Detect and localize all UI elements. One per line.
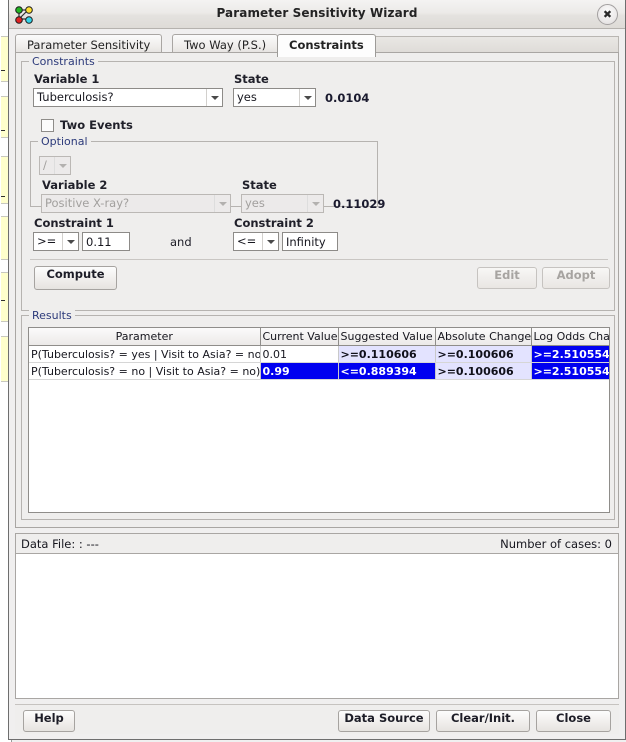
cell-parameter[interactable]: P(Tuberculosis? = no | Visit to Asia? = … (29, 362, 261, 380)
chevron-down-icon[interactable] (214, 195, 230, 212)
constraints-panel: Constraints Variable 1 State Tuberculosi… (15, 52, 619, 528)
conjunction-label: and (170, 235, 192, 249)
constraint2-operator-value: <= (237, 234, 257, 248)
cell-log-odds-change[interactable]: >=2.510554 (531, 345, 609, 363)
edit-button[interactable]: Edit (477, 267, 537, 289)
background-tick (1, 196, 5, 197)
optional-groupbox-legend: Optional (38, 135, 91, 148)
constraint1-value-input[interactable] (82, 232, 130, 251)
background-tick (1, 70, 5, 71)
data-file-bar: Data File: : --- Number of cases: 0 (15, 533, 619, 553)
cell-current-value[interactable]: 0.01 (260, 345, 339, 363)
data-source-button[interactable]: Data Source (338, 710, 430, 732)
column-header-parameter[interactable]: Parameter (29, 328, 261, 346)
help-button[interactable]: Help (23, 710, 75, 732)
chevron-down-icon[interactable] (307, 195, 323, 212)
variable1-combobox[interactable]: Tuberculosis? (33, 88, 223, 107)
close-button[interactable]: Close (536, 710, 611, 732)
column-header-absolute-change[interactable]: Absolute Change (435, 328, 532, 346)
constraints-groupbox-legend: Constraints (29, 55, 98, 68)
column-header-current-value[interactable]: Current Value (260, 328, 339, 346)
footer-button-bar: Help Data Source Clear/Init. Close (15, 704, 619, 734)
operator-value: / (43, 158, 47, 172)
variable2-value: Positive X-ray? (45, 196, 130, 210)
variable2-combobox[interactable]: Positive X-ray? (41, 194, 231, 213)
cell-suggested-value[interactable]: >=0.110606 (338, 345, 436, 363)
variable1-value: Tuberculosis? (37, 90, 114, 104)
chevron-down-icon[interactable] (299, 89, 315, 106)
constraint2-label: Constraint 2 (234, 216, 314, 230)
cell-suggested-value[interactable]: <=0.889394 (338, 362, 436, 380)
probability1-value: 0.0104 (325, 91, 370, 105)
clear-init-button[interactable]: Clear/Init. (436, 710, 530, 732)
window-title: Parameter Sensitivity Wizard (216, 6, 418, 20)
column-header-suggested-value[interactable]: Suggested Value (338, 328, 436, 346)
chevron-down-icon[interactable] (62, 233, 78, 250)
close-icon[interactable]: ✖ (597, 4, 618, 25)
cell-parameter[interactable]: P(Tuberculosis? = yes | Visit to Asia? =… (29, 345, 261, 363)
tab-constraints[interactable]: Constraints (277, 34, 376, 57)
constraint2-operator-combobox[interactable]: <= (233, 232, 279, 251)
constraint1-operator-combobox[interactable]: >= (33, 232, 79, 251)
state1-combobox[interactable]: yes (233, 88, 316, 107)
adopt-button[interactable]: Adopt (542, 267, 610, 289)
table-header-row: Parameter Current Value Suggested Value … (29, 328, 609, 346)
probability2-value: 0.11029 (333, 197, 386, 211)
two-events-checkbox[interactable] (41, 119, 54, 132)
state2-combobox[interactable]: yes (241, 194, 324, 213)
two-events-label: Two Events (60, 118, 133, 132)
state1-value: yes (237, 90, 257, 104)
constraint2-value-input[interactable] (282, 232, 338, 251)
parameter-sensitivity-wizard-dialog: Parameter Sensitivity Wizard ✖ Parameter… (8, 0, 626, 740)
background-tick (1, 130, 5, 131)
title-bar: Parameter Sensitivity Wizard ✖ (9, 0, 625, 29)
cell-absolute-change[interactable]: >=0.100606 (435, 362, 532, 380)
optional-groupbox: Optional / Variable 2 State Positive X-r… (30, 135, 385, 213)
constraint1-label: Constraint 1 (34, 216, 114, 230)
constraint1-operator-value: >= (37, 234, 57, 248)
results-table-container[interactable]: Parameter Current Value Suggested Value … (28, 327, 610, 513)
cell-absolute-change[interactable]: >=0.100606 (435, 345, 532, 363)
divider (30, 259, 608, 260)
table-row[interactable]: P(Tuberculosis? = yes | Visit to Asia? =… (29, 345, 609, 363)
log-output-area[interactable] (15, 553, 619, 699)
chevron-down-icon[interactable] (206, 89, 222, 106)
chevron-down-icon[interactable] (54, 157, 70, 174)
table-row[interactable]: P(Tuberculosis? = no | Visit to Asia? = … (29, 362, 609, 380)
data-file-label: Data File: : --- (21, 537, 99, 551)
constraints-groupbox: Constraints Variable 1 State Tuberculosi… (21, 55, 615, 311)
operator-combobox[interactable]: / (39, 156, 71, 175)
compute-button[interactable]: Compute (34, 266, 117, 290)
background-tick (1, 300, 5, 301)
state2-value: yes (245, 196, 265, 210)
number-of-cases-label: Number of cases: 0 (500, 537, 612, 551)
variable1-label: Variable 1 (34, 72, 100, 86)
results-table-body: P(Tuberculosis? = yes | Visit to Asia? =… (29, 345, 609, 380)
chevron-down-icon[interactable] (262, 233, 278, 250)
state1-label: State (234, 72, 269, 86)
results-groupbox-legend: Results (29, 309, 75, 322)
cell-log-odds-change[interactable]: >=2.510554 (531, 362, 609, 380)
results-table: Parameter Current Value Suggested Value … (29, 328, 609, 380)
state2-label: State (242, 178, 277, 192)
cell-current-value[interactable]: 0.99 (260, 362, 339, 380)
variable2-label: Variable 2 (42, 178, 108, 192)
results-groupbox: Results Parameter Current Value Suggeste… (21, 309, 615, 520)
column-header-log-odds-change[interactable]: Log Odds Change (531, 328, 609, 346)
